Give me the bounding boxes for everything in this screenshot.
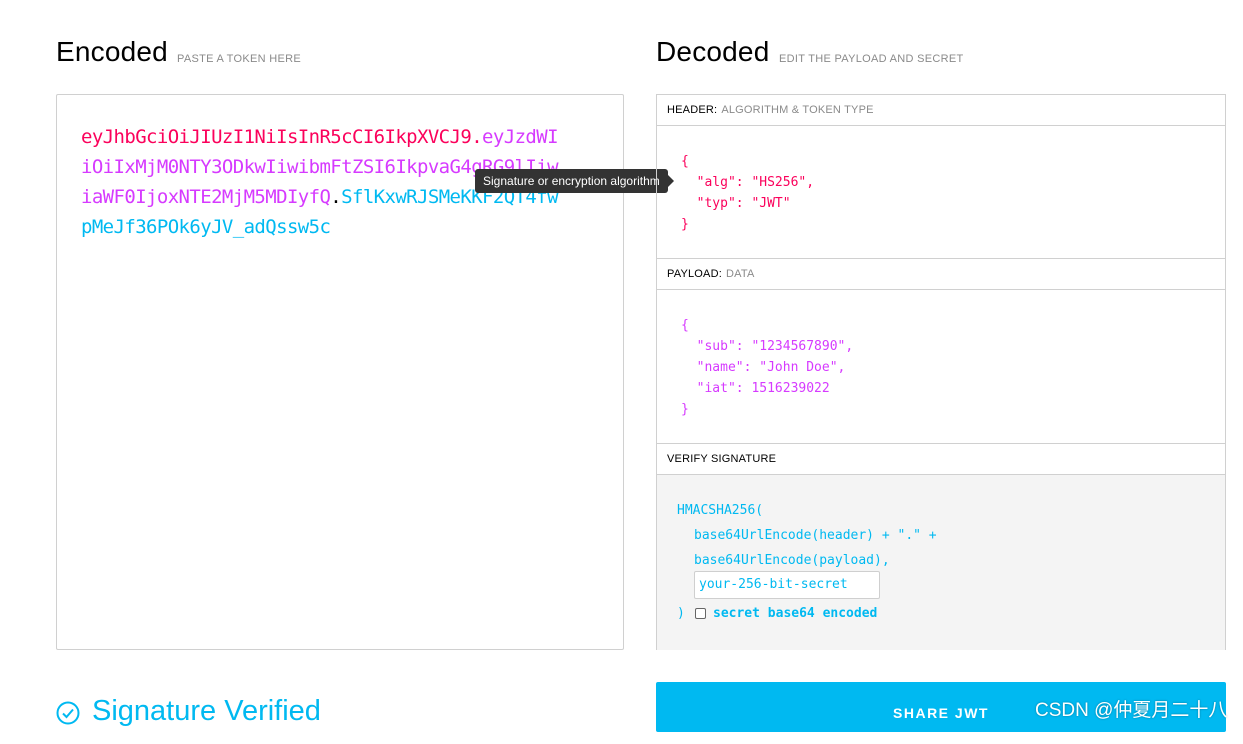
decoded-panel: HEADER: ALGORITHM & TOKEN TYPE { "alg": "… — [656, 94, 1226, 650]
hmac-function-open: HMACSHA256( — [677, 503, 764, 518]
decoded-title: Decoded — [656, 36, 770, 67]
base64-checkbox[interactable] — [695, 608, 706, 619]
token-dot: . — [330, 186, 342, 208]
header-json-line: "alg": "HS256", — [681, 175, 815, 190]
hmac-function-close: ) — [677, 606, 685, 621]
verify-section-label: VERIFY SIGNATURE — [667, 453, 777, 465]
payload-section-sublabel: DATA — [726, 268, 755, 280]
hmac-arg-payload: base64UrlEncode(payload), — [694, 553, 890, 568]
payload-json-line: } — [681, 402, 689, 417]
header-section-label: HEADER: — [667, 104, 718, 116]
header-json-editor[interactable]: { "alg": "HS256", "typ": "JWT"} — [681, 151, 814, 235]
header-json-line: "typ": "JWT" — [681, 196, 791, 211]
payload-json-line: "sub": "1234567890", — [681, 339, 854, 354]
payload-json-line: "name": "John Doe", — [681, 360, 846, 375]
signature-verified-text: Signature Verified — [92, 695, 321, 727]
check-circle-icon — [56, 701, 80, 725]
payload-json-line: "iat": 1516239022 — [681, 381, 830, 396]
header-section-title: HEADER: ALGORITHM & TOKEN TYPE — [657, 95, 1225, 126]
verify-section-title: VERIFY SIGNATURE — [657, 444, 1225, 475]
payload-section-title: PAYLOAD: DATA — [657, 259, 1225, 290]
decoded-subtitle: EDIT THE PAYLOAD AND SECRET — [779, 53, 964, 65]
header-json-line: { — [681, 154, 689, 169]
payload-json-line: { — [681, 318, 689, 333]
hmac-arg-header: base64UrlEncode(header) + "." + — [694, 528, 937, 543]
header-json-line: } — [681, 217, 689, 232]
token-header-part: eyJhbGciOiJIUzI1NiIsInR5cCI6IkpXVCJ9 — [81, 126, 472, 148]
algorithm-tooltip: Signature or encryption algorithm — [475, 169, 674, 193]
payload-json-editor[interactable]: { "sub": "1234567890", "name": "John Doe… — [681, 315, 853, 420]
header-section-sublabel: ALGORITHM & TOKEN TYPE — [721, 104, 874, 116]
payload-section-label: PAYLOAD: — [667, 268, 722, 280]
verify-signature-body: HMACSHA256( base64UrlEncode(header) + ".… — [657, 475, 1225, 650]
watermark: CSDN @仲夏月二十八 — [1035, 700, 1228, 721]
base64-checkbox-label[interactable]: secret base64 encoded — [713, 603, 877, 624]
encoded-title: Encoded — [56, 36, 168, 67]
encoded-subtitle: PASTE A TOKEN HERE — [177, 53, 301, 65]
secret-input[interactable]: your-256-bit-secret — [694, 571, 880, 599]
token-dot: . — [471, 126, 483, 148]
